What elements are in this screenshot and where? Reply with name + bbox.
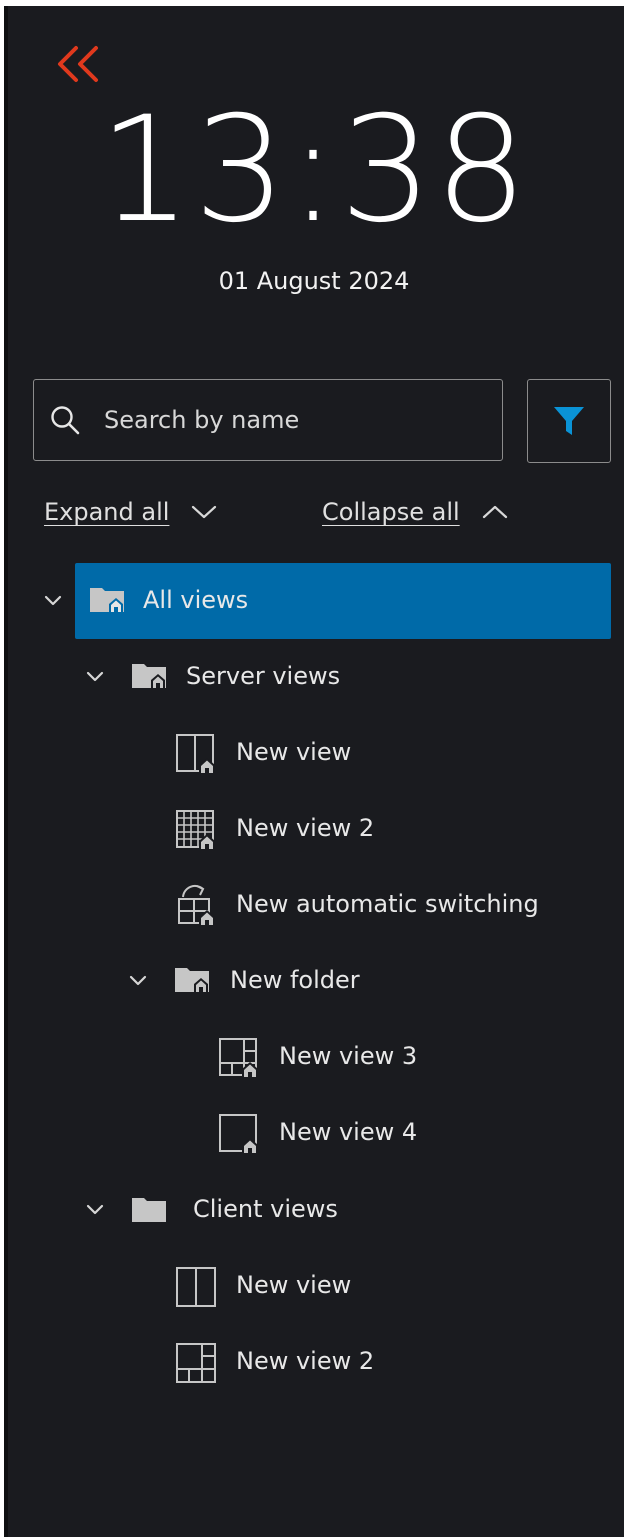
search-input[interactable] <box>102 389 490 451</box>
tree-item-label: All views <box>143 586 249 614</box>
tree-item-all-views[interactable]: All views <box>44 563 611 639</box>
collapse-all-label: Collapse all <box>322 498 460 526</box>
collapse-all-button[interactable]: Collapse all <box>322 492 510 532</box>
server-view-4-pane-icon <box>218 1037 262 1079</box>
tree-item-client-new-view-2[interactable]: New view 2 <box>75 1324 611 1400</box>
server-view-grid-icon <box>175 809 219 851</box>
tree-item-label: New view <box>236 1271 352 1299</box>
tree-item-label: New automatic switching <box>236 890 539 918</box>
chevron-down-icon[interactable] <box>85 1203 105 1217</box>
view-4-pane-icon <box>175 1342 219 1384</box>
tree-item-label: New view 2 <box>236 814 375 842</box>
search-icon <box>48 403 82 437</box>
tree-item-new-view-4[interactable]: New view 4 <box>75 1095 611 1171</box>
server-folder-icon <box>131 661 169 691</box>
tree-item-new-view-2[interactable]: New view 2 <box>75 791 611 867</box>
chevron-up-icon <box>480 502 510 522</box>
filter-button[interactable] <box>527 379 611 463</box>
double-chevron-left-icon <box>58 46 98 82</box>
tree-item-label: New view 3 <box>279 1042 418 1070</box>
server-folder-icon <box>89 585 127 615</box>
server-folder-icon <box>174 965 212 995</box>
folder-icon <box>131 1195 169 1225</box>
clock-time: 13:38 <box>98 85 530 255</box>
expand-all-button[interactable]: Expand all <box>44 492 219 532</box>
tree-item-new-folder[interactable]: New folder <box>75 943 611 1019</box>
views-panel: 13:38 01 August 2024 Expand all Collapse… <box>4 6 624 1537</box>
expand-all-label: Expand all <box>44 498 170 526</box>
tree-item-label: New view <box>236 738 352 766</box>
chevron-down-icon[interactable] <box>43 594 63 608</box>
search-box <box>33 379 503 461</box>
funnel-icon <box>554 407 584 435</box>
view-2-pane-icon <box>175 1266 219 1308</box>
server-view-2-pane-icon <box>175 733 219 775</box>
chevron-down-icon[interactable] <box>128 974 148 988</box>
chevron-down-icon[interactable] <box>85 670 105 684</box>
tree-item-label: New folder <box>230 966 360 994</box>
chevron-down-icon <box>189 502 219 522</box>
clock-date: 01 August 2024 <box>218 267 410 295</box>
server-view-1-pane-icon <box>218 1113 262 1155</box>
tree-item-label: Server views <box>186 662 341 690</box>
tree-item-client-new-view[interactable]: New view <box>75 1248 611 1324</box>
tree-item-client-views[interactable]: Client views <box>75 1172 611 1248</box>
collapse-panel-button[interactable] <box>52 42 104 86</box>
tree-item-label: New view 2 <box>236 1347 375 1375</box>
tree-item-label: Client views <box>193 1195 338 1223</box>
tree-item-server-views[interactable]: Server views <box>75 639 611 715</box>
tree-item-new-view-3[interactable]: New view 3 <box>75 1019 611 1095</box>
automatic-switching-icon <box>175 883 219 927</box>
tree-item-new-view[interactable]: New view <box>75 715 611 791</box>
tree-item-label: New view 4 <box>279 1118 418 1146</box>
tree-item-new-automatic-switching[interactable]: New automatic switching <box>75 867 611 943</box>
